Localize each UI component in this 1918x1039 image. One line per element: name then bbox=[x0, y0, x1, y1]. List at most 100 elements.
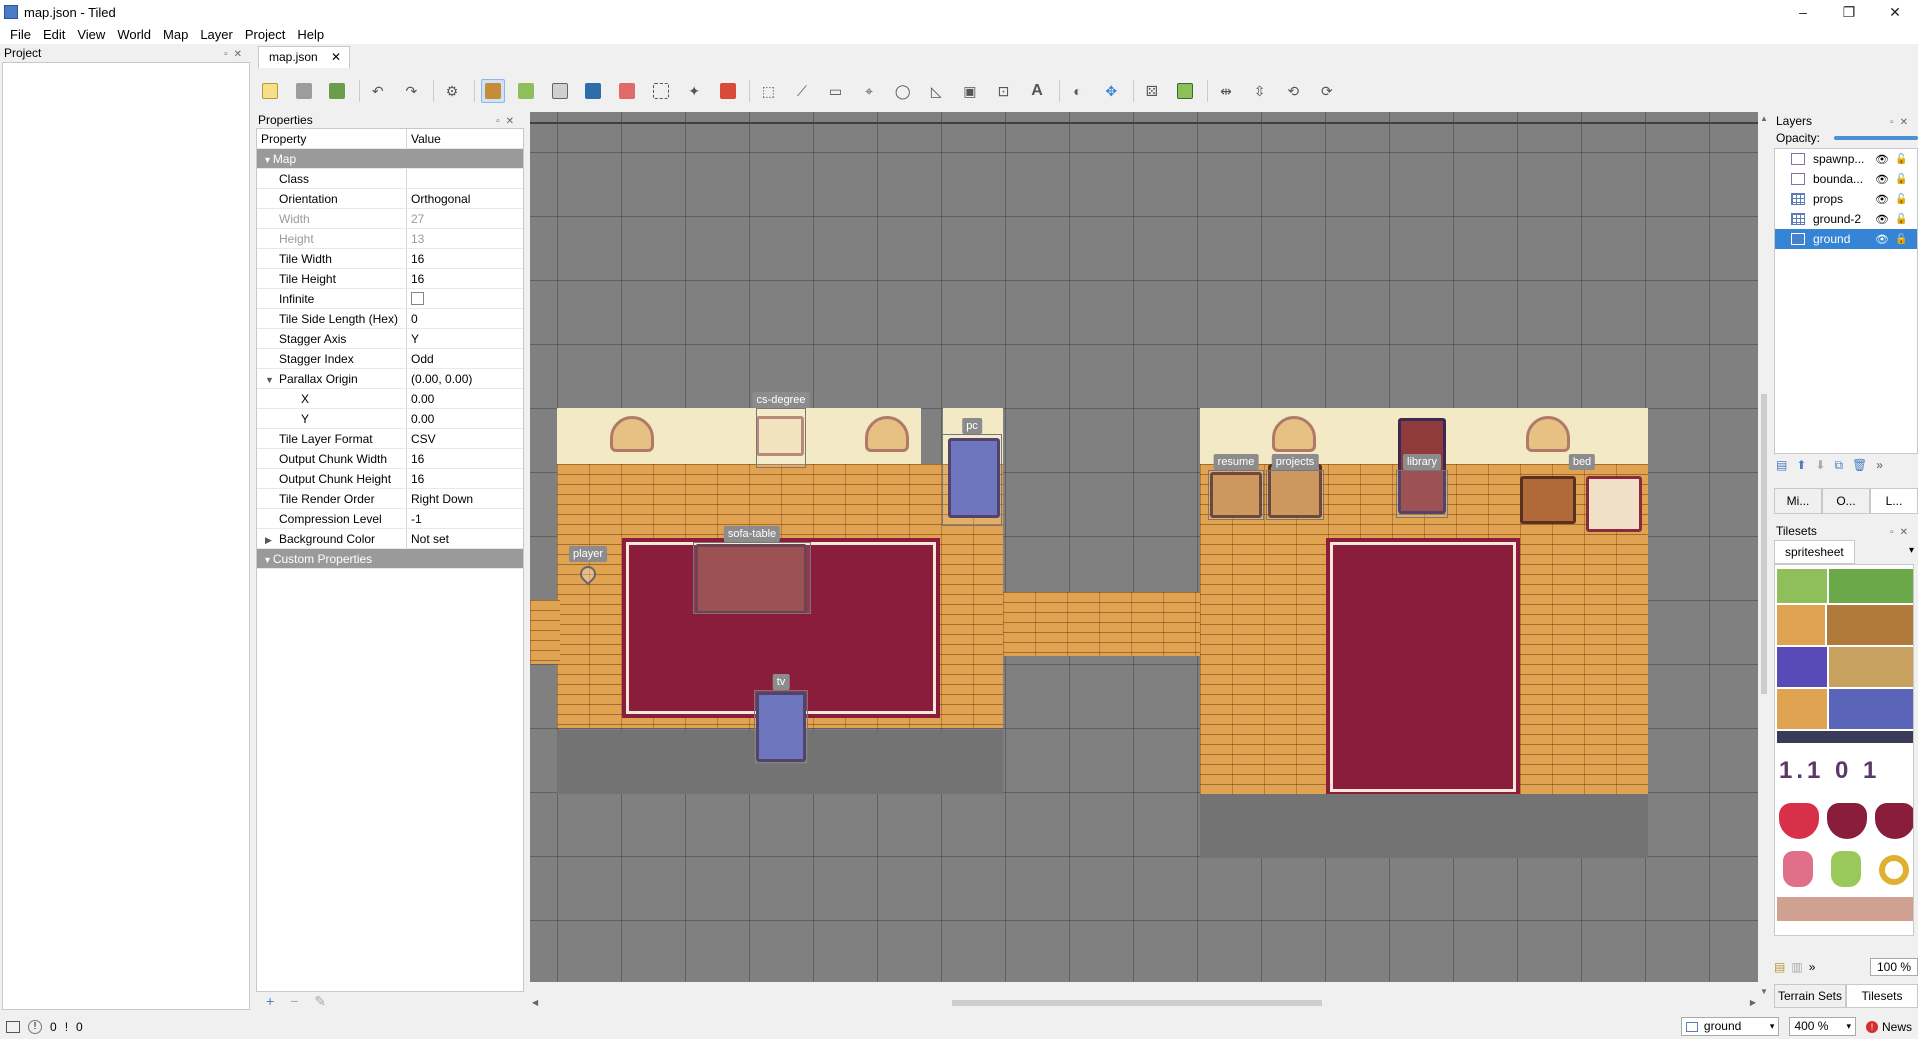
tileset-menu-icon[interactable]: ▾ bbox=[1909, 540, 1914, 562]
property-row[interactable]: Y 0.00 bbox=[257, 409, 523, 429]
object-projects[interactable] bbox=[1266, 470, 1324, 520]
lock-icon[interactable]: 🔓 bbox=[1895, 234, 1907, 245]
flip-horizontal-icon[interactable]: ⇹ bbox=[1214, 79, 1238, 103]
property-value[interactable]: Orthogonal bbox=[407, 189, 523, 208]
menu-help[interactable]: Help bbox=[291, 27, 330, 42]
world-tool-icon[interactable]: ◐ bbox=[1066, 79, 1090, 103]
property-row[interactable]: Output Chunk Height 16 bbox=[257, 469, 523, 489]
infinite-checkbox[interactable] bbox=[411, 292, 424, 306]
layer-row-selected[interactable]: ground 👁 🔓 bbox=[1775, 229, 1917, 249]
embed-tileset-icon[interactable]: ▥ bbox=[1791, 960, 1802, 974]
wang-fill-icon[interactable] bbox=[1173, 79, 1197, 103]
rotate-right-icon[interactable]: ⟳ bbox=[1315, 79, 1339, 103]
eye-icon[interactable]: 👁 bbox=[1875, 213, 1889, 226]
eye-icon[interactable]: 👁 bbox=[1875, 173, 1889, 186]
property-value[interactable]: Odd bbox=[407, 349, 523, 368]
property-row[interactable]: Infinite bbox=[257, 289, 523, 309]
property-row[interactable]: Custom Properties bbox=[257, 549, 523, 569]
lock-icon[interactable]: 🔓 bbox=[1895, 214, 1907, 225]
property-value[interactable]: CSV bbox=[407, 429, 523, 448]
minimize-button[interactable]: – bbox=[1780, 0, 1826, 24]
maximize-button[interactable]: ❐ bbox=[1826, 0, 1872, 24]
menu-project[interactable]: Project bbox=[239, 27, 291, 42]
scroll-up-icon[interactable]: ▲ bbox=[1760, 114, 1768, 123]
layer-row[interactable]: bounda... 👁 🔓 bbox=[1775, 169, 1917, 189]
tab-objects[interactable]: O... bbox=[1822, 488, 1870, 514]
console-icon[interactable] bbox=[6, 1020, 20, 1033]
lock-icon[interactable]: 🔓 bbox=[1895, 174, 1907, 185]
property-value[interactable]: Right Down bbox=[407, 489, 523, 508]
eye-icon[interactable]: 👁 bbox=[1875, 153, 1889, 166]
bucket-fill-icon[interactable] bbox=[548, 79, 572, 103]
object-resume[interactable] bbox=[1208, 470, 1264, 520]
tile-icons[interactable] bbox=[1777, 731, 1913, 743]
column-header-property[interactable]: Property bbox=[257, 129, 407, 148]
warning-icon[interactable]: ! bbox=[65, 1020, 68, 1034]
tile-floor[interactable] bbox=[1777, 605, 1825, 645]
more-icon[interactable]: » bbox=[1809, 960, 1816, 974]
command-gear-icon[interactable]: ⚙ bbox=[440, 79, 464, 103]
insert-point-icon[interactable]: ⌖ bbox=[857, 79, 881, 103]
property-value[interactable]: Not set bbox=[407, 529, 523, 548]
opacity-slider[interactable] bbox=[1834, 136, 1918, 140]
property-row[interactable]: Orientation Orthogonal bbox=[257, 189, 523, 209]
canvas-vertical-scrollbar[interactable]: ▲ ▼ bbox=[1758, 112, 1770, 998]
add-property-icon[interactable]: + bbox=[266, 993, 274, 1009]
delete-layer-icon[interactable]: 🗑 bbox=[1852, 458, 1867, 476]
random-mode-icon[interactable]: ⚄ bbox=[1140, 79, 1164, 103]
insert-text-icon[interactable]: A bbox=[1025, 79, 1049, 103]
property-row[interactable]: Tile Side Length (Hex) 0 bbox=[257, 309, 523, 329]
new-tileset-icon[interactable]: ▤ bbox=[1774, 960, 1785, 974]
tab-tilesets[interactable]: Tilesets bbox=[1846, 984, 1918, 1008]
shape-fill-icon[interactable] bbox=[581, 79, 605, 103]
heart-tile[interactable] bbox=[1827, 803, 1867, 839]
menu-map[interactable]: Map bbox=[157, 27, 194, 42]
tab-layers[interactable]: L... bbox=[1870, 488, 1918, 514]
project-panel[interactable] bbox=[2, 62, 250, 1010]
insert-polygon-icon[interactable]: ◺ bbox=[924, 79, 948, 103]
insert-ellipse-icon[interactable]: ◯ bbox=[891, 79, 915, 103]
news-button[interactable]: ! News bbox=[1865, 1020, 1912, 1034]
lock-icon[interactable]: 🔓 bbox=[1895, 194, 1907, 205]
property-row[interactable]: X 0.00 bbox=[257, 389, 523, 409]
canvas-horizontal-scrollbar[interactable]: ◀ ▶ bbox=[530, 996, 1758, 1010]
new-map-icon[interactable] bbox=[258, 79, 282, 103]
scroll-left-icon[interactable]: ◀ bbox=[532, 998, 538, 1007]
tab-spritesheet[interactable]: spritesheet bbox=[1774, 540, 1855, 564]
tile-water[interactable] bbox=[1777, 647, 1827, 687]
property-value[interactable]: 16 bbox=[407, 269, 523, 288]
property-row[interactable]: Output Chunk Width 16 bbox=[257, 449, 523, 469]
horizontal-scroll-thumb[interactable] bbox=[952, 1000, 1322, 1006]
property-value[interactable]: 0 bbox=[407, 309, 523, 328]
vertical-scroll-thumb[interactable] bbox=[1761, 394, 1767, 694]
property-row[interactable]: Stagger Index Odd bbox=[257, 349, 523, 369]
zoom-combo[interactable]: 400 % ▾ bbox=[1789, 1017, 1856, 1036]
property-value[interactable]: 16 bbox=[407, 249, 523, 268]
expanded-arrow-icon[interactable]: ▼ bbox=[265, 370, 279, 388]
terrain-brush-icon[interactable] bbox=[514, 79, 538, 103]
new-layer-icon[interactable]: ▤ bbox=[1776, 458, 1787, 476]
property-row[interactable]: Stagger Axis Y bbox=[257, 329, 523, 349]
scroll-down-icon[interactable]: ▼ bbox=[1760, 987, 1768, 996]
more-icon[interactable]: » bbox=[1876, 458, 1883, 476]
raise-layer-icon[interactable]: ⬆ bbox=[1796, 458, 1806, 476]
layer-row[interactable]: props 👁 🔓 bbox=[1775, 189, 1917, 209]
layer-row[interactable]: ground-2 👁 🔓 bbox=[1775, 209, 1917, 229]
eye-icon[interactable]: 👁 bbox=[1875, 233, 1889, 246]
move-icon[interactable]: ✥ bbox=[1099, 79, 1123, 103]
property-row[interactable]: ▶ Background Color Not set bbox=[257, 529, 523, 549]
property-value[interactable] bbox=[407, 169, 523, 188]
property-value[interactable]: 16 bbox=[407, 449, 523, 468]
duplicate-layer-icon[interactable]: ⧉ bbox=[1834, 458, 1843, 476]
property-row[interactable]: Map bbox=[257, 149, 523, 169]
lower-layer-icon[interactable]: ⬇ bbox=[1815, 458, 1825, 476]
property-value[interactable]: -1 bbox=[407, 509, 523, 528]
menu-file[interactable]: File bbox=[4, 27, 37, 42]
menu-world[interactable]: World bbox=[111, 27, 157, 42]
potion-tile[interactable] bbox=[1831, 851, 1861, 887]
menu-view[interactable]: View bbox=[71, 27, 111, 42]
object-tv[interactable] bbox=[754, 690, 808, 764]
property-row[interactable]: Width 27 bbox=[257, 209, 523, 229]
tile-grass[interactable] bbox=[1829, 569, 1913, 603]
property-row[interactable]: Class bbox=[257, 169, 523, 189]
